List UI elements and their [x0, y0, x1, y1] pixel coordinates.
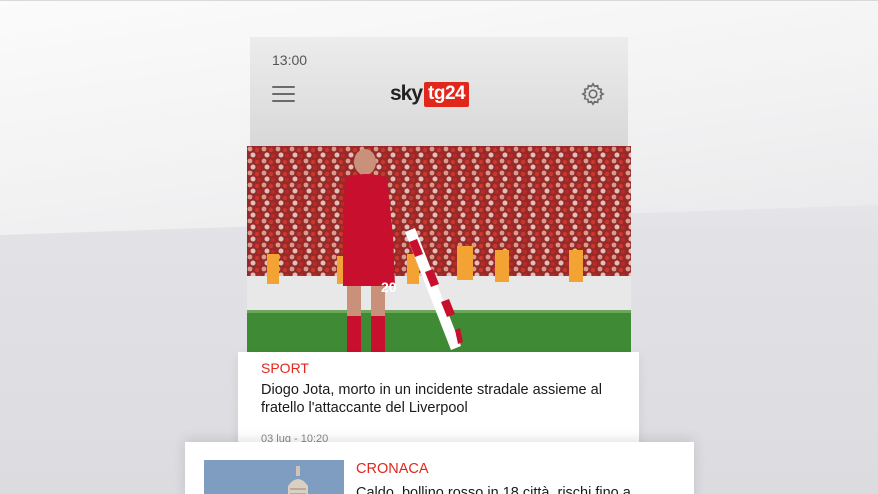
article-card[interactable]: CRONACA Caldo, bollino rosso in 18 città… [185, 442, 694, 494]
top-divider [0, 0, 878, 1]
dome-photo [204, 460, 344, 494]
logo-sky-text: sky [390, 82, 423, 105]
app-header: 13:00 sky tg24 [250, 37, 628, 147]
article-category: CRONACA [356, 461, 429, 477]
article-thumbnail[interactable] [204, 460, 344, 494]
hero-image[interactable]: 20 [247, 146, 631, 352]
player-number: 20 [381, 279, 397, 295]
hero-photo: 20 [247, 146, 631, 352]
status-time: 13:00 [272, 52, 308, 68]
article-title[interactable]: Caldo, bollino rosso in 18 città, rischi… [356, 485, 686, 494]
hamburger-menu-icon[interactable] [272, 86, 295, 102]
article-title[interactable]: Diogo Jota, morto in un incidente strada… [261, 381, 621, 417]
article-card[interactable]: SPORT Diogo Jota, morto in un incidente … [238, 352, 639, 445]
sky-tg24-logo[interactable]: sky tg24 [390, 81, 470, 107]
article-category: SPORT [261, 360, 309, 376]
gear-icon[interactable] [581, 82, 605, 106]
logo-tg24-text: tg24 [424, 81, 470, 107]
